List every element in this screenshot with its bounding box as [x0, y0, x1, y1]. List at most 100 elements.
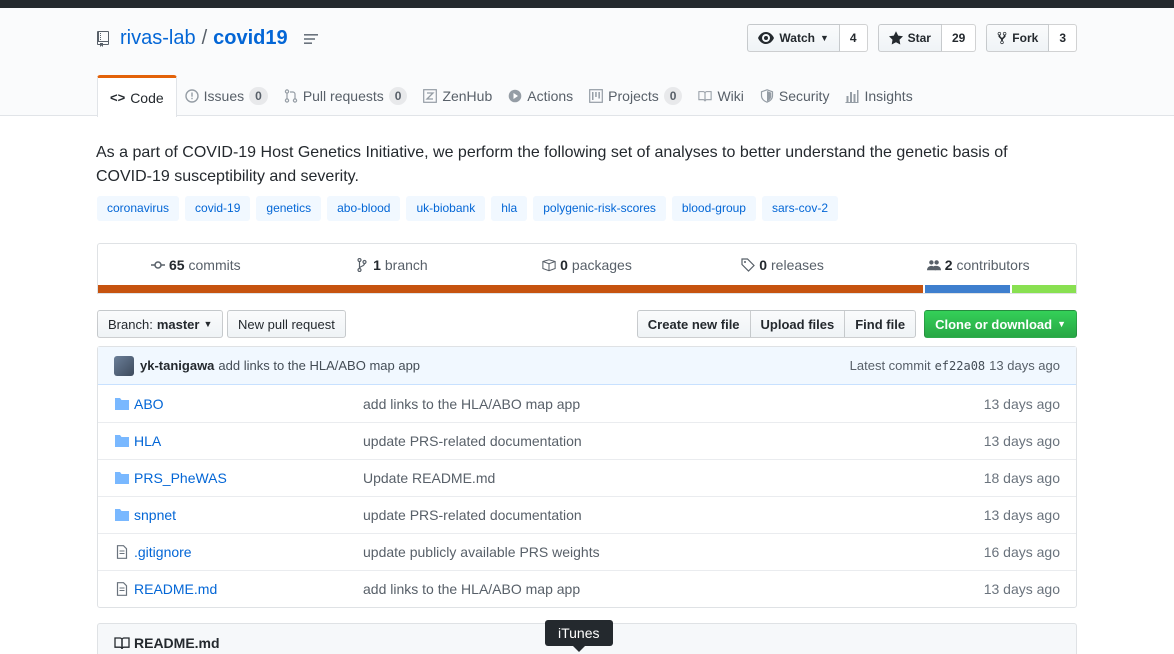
watch-button[interactable]: Watch ▼ — [747, 24, 840, 52]
commit-sha[interactable]: ef22a08 — [935, 359, 986, 373]
branch-select[interactable]: Branch: master ▼ — [97, 310, 224, 338]
project-icon — [589, 88, 604, 103]
tab-actions[interactable]: Actions — [500, 75, 581, 116]
tab-security[interactable]: Security — [752, 75, 838, 116]
language-segment[interactable] — [98, 285, 923, 293]
watch-label: Watch — [779, 31, 815, 45]
table-row[interactable]: snpnet update PRS-related documentation 13… — [98, 496, 1076, 533]
repo-separator: / — [201, 27, 208, 49]
table-row[interactable]: README.md add links to the HLA/ABO map ap… — [98, 570, 1076, 607]
repo-book-icon — [97, 30, 109, 47]
file-age: 13 days ago — [983, 395, 1060, 412]
new-pull-request-button[interactable]: New pull request — [227, 310, 346, 338]
branches-link[interactable]: 1 branch — [294, 244, 490, 286]
zenhub-icon — [423, 88, 438, 103]
repo-description: As a part of COVID-19 Host Genetics Init… — [96, 144, 1008, 185]
file-name-link[interactable]: .gitignore — [134, 544, 363, 560]
fork-button[interactable]: Fork — [986, 24, 1050, 52]
releases-link[interactable]: 0 releases — [685, 244, 881, 286]
file-commit-message[interactable]: Update README.md — [363, 470, 984, 486]
file-age: 13 days ago — [983, 507, 1060, 523]
latest-commit-bar: yk-tanigawa add links to the HLA/ABO map… — [98, 347, 1076, 385]
table-row[interactable]: ABO add links to the HLA/ABO map app 13 da… — [98, 385, 1076, 422]
tab-insights[interactable]: Insights — [837, 75, 920, 116]
pull-request-icon — [284, 88, 298, 103]
star-icon — [888, 31, 903, 45]
tab-label: Projects — [608, 87, 659, 104]
commit-message[interactable]: add links to the HLA/ABO map app — [218, 358, 420, 373]
fork-count[interactable]: 3 — [1049, 24, 1077, 52]
tab-wiki[interactable]: Wiki — [690, 75, 751, 116]
commits-label: commits — [188, 257, 241, 273]
file-commit-message[interactable]: add links to the HLA/ABO map app — [363, 396, 984, 412]
table-row[interactable]: PRS_PheWAS Update README.md 18 days ago — [98, 459, 1076, 496]
language-bar[interactable] — [98, 285, 1076, 293]
code-icon: <> — [110, 90, 126, 105]
create-new-file-button[interactable]: Create new file — [636, 310, 751, 338]
book-icon — [698, 90, 713, 101]
tab-label: Wiki — [717, 87, 744, 104]
branches-label: branch — [384, 257, 428, 273]
file-age: 18 days ago — [983, 470, 1060, 486]
upload-files-button[interactable]: Upload files — [749, 310, 846, 338]
file-name-link[interactable]: HLA — [134, 433, 363, 449]
branch-name: master — [156, 316, 200, 332]
topic-tag[interactable]: genetics — [256, 196, 322, 221]
language-segment[interactable] — [924, 285, 1010, 293]
tag-icon — [741, 258, 756, 272]
repo-owner-link[interactable]: rivas-lab — [120, 27, 196, 50]
fork-label: Fork — [1012, 31, 1039, 45]
readme-title: README.md — [134, 635, 220, 651]
topic-tag[interactable]: blood-group — [671, 196, 756, 221]
tab-projects[interactable]: Projects 0 — [581, 75, 690, 116]
tab-label: Pull requests — [302, 87, 384, 104]
repo-name-link[interactable]: covid19 — [213, 27, 287, 50]
topic-tag[interactable]: polygenic-risk-scores — [533, 196, 666, 221]
topic-tag[interactable]: uk-biobank — [406, 196, 486, 221]
table-row[interactable]: .gitignore update publicly available PRS … — [98, 533, 1076, 570]
tooltip: iTunes — [545, 620, 613, 652]
tab-issues[interactable]: Issues 0 — [177, 75, 276, 116]
topic-tag[interactable]: hla — [491, 196, 528, 221]
file-name-link[interactable]: PRS_PheWAS — [134, 470, 363, 486]
commit-author[interactable]: yk-tanigawa — [140, 358, 214, 373]
topic-tag[interactable]: covid-19 — [185, 196, 251, 221]
folder-icon — [115, 472, 129, 484]
issue-icon — [184, 88, 199, 103]
file-commit-message[interactable]: add links to the HLA/ABO map app — [363, 581, 984, 597]
commits-link[interactable]: 65 commits — [98, 244, 294, 286]
language-segment[interactable] — [1011, 285, 1076, 293]
package-icon — [542, 259, 556, 272]
tab-code[interactable]: <> Code — [97, 75, 177, 117]
file-age: 16 days ago — [983, 544, 1060, 560]
file-commit-message[interactable]: update PRS-related documentation — [363, 507, 984, 523]
branches-count: 1 — [373, 257, 381, 273]
topic-tag[interactable]: sars-cov-2 — [761, 196, 838, 221]
pull-requests-count: 0 — [388, 86, 408, 105]
file-name-link[interactable]: snpnet — [134, 507, 363, 523]
repo-summary: 65 commits 1 branch 0 packages 0 release… — [97, 243, 1077, 294]
watch-count[interactable]: 4 — [839, 24, 868, 52]
lines-menu-icon[interactable] — [303, 33, 318, 45]
latest-commit-label: Latest commit — [849, 358, 931, 373]
contributors-count: 2 — [944, 257, 953, 273]
file-name-link[interactable]: ABO — [134, 396, 363, 412]
star-count[interactable]: 29 — [941, 24, 977, 52]
find-file-button[interactable]: Find file — [844, 310, 917, 338]
topic-tag[interactable]: abo-blood — [327, 196, 401, 221]
tab-zenhub[interactable]: ZenHub — [415, 75, 500, 116]
file-navigation: Branch: master ▼ New pull request Create… — [97, 310, 1077, 338]
packages-link[interactable]: 0 packages — [489, 244, 685, 286]
file-name-link[interactable]: README.md — [134, 581, 363, 597]
tab-pull-requests[interactable]: Pull requests 0 — [276, 75, 416, 116]
contributors-link[interactable]: 2 contributors — [880, 244, 1076, 286]
clone-or-download-button[interactable]: Clone or download ▼ — [924, 310, 1077, 338]
file-commit-message[interactable]: update publicly available PRS weights — [363, 544, 984, 560]
file-icon — [116, 582, 128, 596]
avatar[interactable] — [114, 355, 134, 376]
table-row[interactable]: HLA update PRS-related documentation 13 da… — [98, 422, 1076, 459]
star-button[interactable]: Star — [877, 24, 942, 52]
topic-tag[interactable]: coronavirus — [97, 196, 180, 221]
releases-count: 0 — [759, 257, 768, 273]
file-commit-message[interactable]: update PRS-related documentation — [363, 433, 984, 449]
